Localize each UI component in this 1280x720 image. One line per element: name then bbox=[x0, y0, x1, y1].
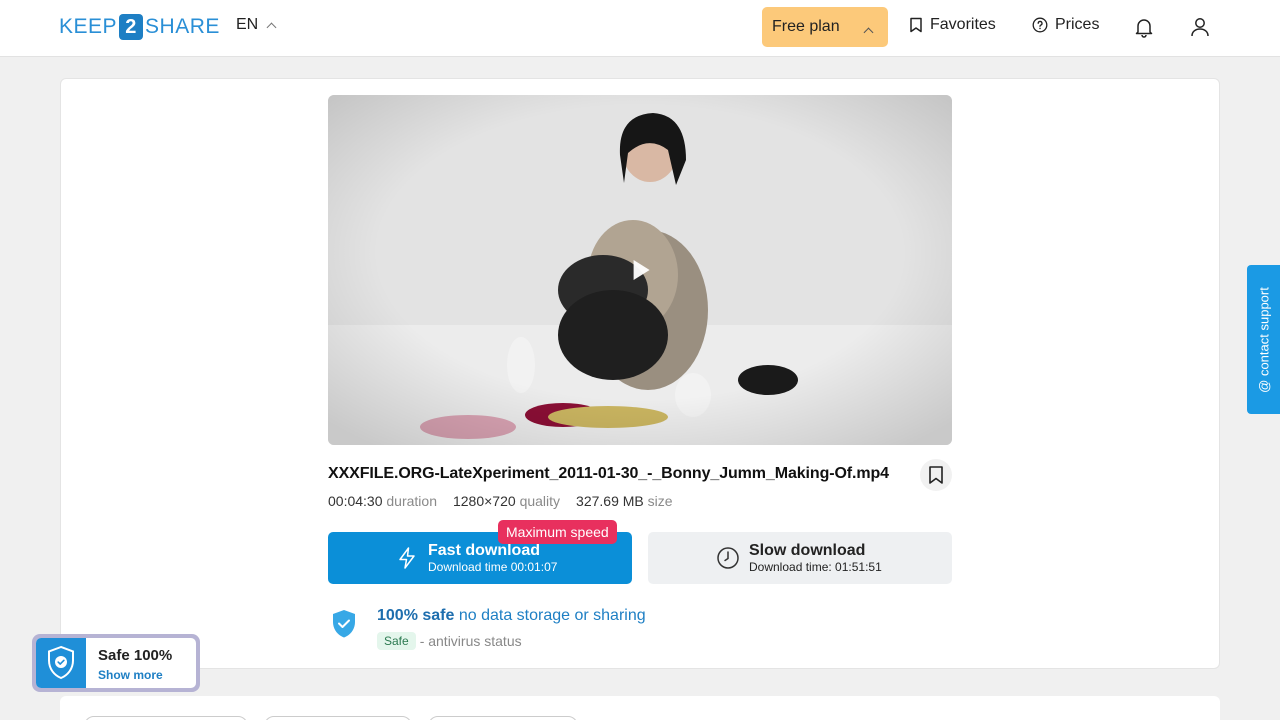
size-info: 327.69 MB size bbox=[576, 493, 673, 509]
safe-badge[interactable]: Safe 100% Show more bbox=[32, 634, 200, 692]
quality-info: 1280×720 quality bbox=[452, 493, 561, 509]
slow-download-time: Download time: 01:51:51 bbox=[749, 559, 882, 574]
chevron-up-icon bbox=[266, 22, 277, 33]
bell-icon bbox=[1135, 19, 1153, 38]
top-header: KEEP 2 SHARE EN Free plan Favorites Prices bbox=[0, 0, 1280, 57]
fast-download-time: Download time 00:01:07 bbox=[428, 559, 558, 574]
shield-check-icon bbox=[48, 645, 74, 680]
shield-check-icon bbox=[333, 610, 355, 638]
contact-support-label: @ contact support bbox=[1256, 286, 1271, 393]
favorites-link[interactable]: Favorites bbox=[909, 16, 996, 34]
prices-label: Prices bbox=[1055, 16, 1100, 33]
clock-icon bbox=[717, 547, 739, 569]
file-name: XXXFILE.ORG-LateXperiment_2011-01-30_-_B… bbox=[328, 465, 889, 482]
antivirus-status: Safe - antivirus status bbox=[377, 632, 522, 650]
video-preview[interactable] bbox=[328, 95, 952, 445]
antivirus-status-label: - antivirus status bbox=[419, 633, 522, 649]
add-to-favorites-button[interactable] bbox=[920, 459, 952, 491]
slow-download-label: Slow download bbox=[749, 541, 866, 559]
file-metadata: 00:04:30 duration 1280×720 quality 327.6… bbox=[328, 493, 673, 509]
tab-pill-2[interactable] bbox=[264, 716, 412, 720]
safety-title: 100% safe no data storage or sharing bbox=[377, 607, 646, 624]
show-more-link[interactable]: Show more bbox=[98, 668, 163, 682]
prices-link[interactable]: Prices bbox=[1032, 16, 1099, 34]
safe-status-pill: Safe bbox=[377, 632, 416, 650]
play-icon[interactable] bbox=[633, 260, 650, 280]
user-icon bbox=[1191, 18, 1209, 37]
fast-download-label: Fast download bbox=[428, 541, 540, 559]
chevron-up-icon bbox=[863, 27, 874, 38]
maximum-speed-badge: Maximum speed bbox=[498, 520, 617, 544]
language-selector[interactable]: EN bbox=[236, 16, 277, 34]
contact-support-tab[interactable]: @ contact support bbox=[1247, 265, 1280, 414]
bookmark-icon bbox=[910, 17, 922, 33]
language-label: EN bbox=[236, 16, 259, 33]
keep2share-logo[interactable]: KEEP 2 SHARE bbox=[59, 14, 220, 40]
bookmark-icon bbox=[929, 466, 943, 484]
favorites-label: Favorites bbox=[930, 16, 996, 33]
slow-download-button[interactable]: Slow download Download time: 01:51:51 bbox=[648, 532, 952, 584]
free-plan-button[interactable]: Free plan bbox=[762, 7, 888, 47]
lightning-icon bbox=[399, 547, 415, 569]
account-button[interactable] bbox=[1188, 15, 1212, 39]
tab-pill-1[interactable] bbox=[84, 716, 248, 720]
tab-pill-3[interactable] bbox=[428, 716, 578, 720]
safe-badge-title: Safe 100% bbox=[98, 647, 173, 664]
help-circle-icon bbox=[1032, 17, 1048, 33]
duration-info: 00:04:30 duration bbox=[328, 493, 437, 509]
free-plan-label: Free plan bbox=[772, 18, 840, 35]
notifications-button[interactable] bbox=[1132, 15, 1156, 39]
